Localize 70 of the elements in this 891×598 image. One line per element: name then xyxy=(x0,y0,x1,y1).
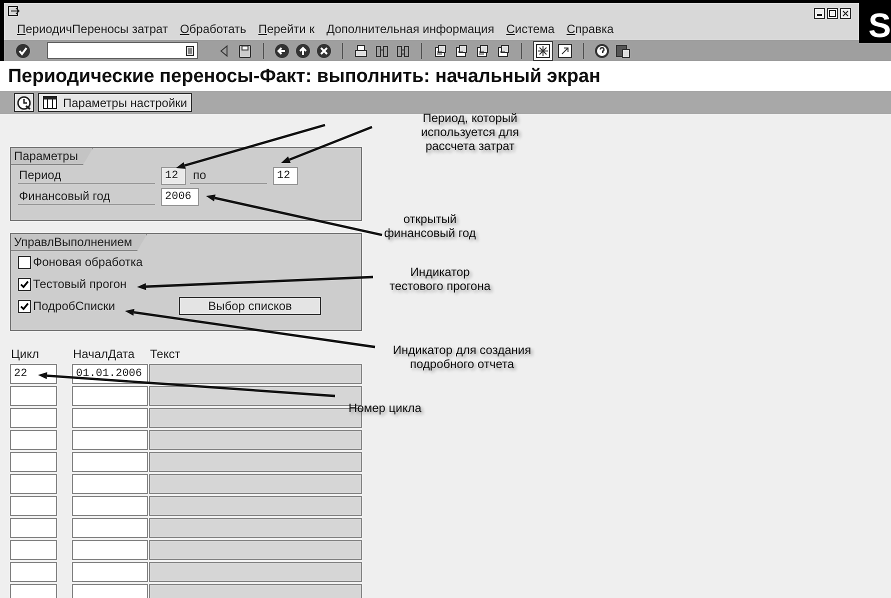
table-cell[interactable] xyxy=(72,408,148,428)
table-cell[interactable] xyxy=(72,452,148,472)
input-field[interactable]: 12 xyxy=(161,166,186,184)
back-icon[interactable] xyxy=(274,42,290,58)
execute-button[interactable] xyxy=(14,93,34,112)
checkmark-icon xyxy=(20,302,29,310)
callout-text: Период, который используется для рассчета затрат xyxy=(420,111,520,153)
table-cell[interactable] xyxy=(10,386,57,406)
table-cell[interactable] xyxy=(10,452,57,472)
menu-item[interactable]: ПериодичПереносы затрат xyxy=(17,22,168,36)
column-header: НачалДата xyxy=(73,346,136,362)
menu-icon[interactable] xyxy=(8,6,20,17)
callout-text: Номер цикла xyxy=(348,401,422,415)
menu-item[interactable]: Дополнительная информация xyxy=(326,22,494,36)
checkbox[interactable]: Фоновая обработка xyxy=(18,255,173,269)
table-cell[interactable] xyxy=(10,518,57,538)
save-icon[interactable] xyxy=(237,42,253,58)
table-cell[interactable] xyxy=(72,540,148,560)
cancel-icon[interactable] xyxy=(316,42,332,58)
field-label: по xyxy=(190,167,267,184)
minimize-icon[interactable] xyxy=(814,8,825,19)
table-cell[interactable] xyxy=(10,430,57,450)
checkbox[interactable]: Тестовый прогон xyxy=(18,277,173,291)
table-cell[interactable] xyxy=(10,474,57,494)
table-cell[interactable] xyxy=(72,430,148,450)
table-cell[interactable] xyxy=(10,540,57,560)
callout-text: Индикатор для создания подробного отчета xyxy=(392,343,532,371)
callout-text: открытый финансовый год xyxy=(383,212,477,240)
table-cell[interactable] xyxy=(72,562,148,582)
enter-icon[interactable] xyxy=(15,42,31,58)
screen-title: Периодические переносы-Факт: выполнить: начальный экран xyxy=(0,61,891,91)
maximize-icon[interactable] xyxy=(827,8,838,19)
logo: S xyxy=(859,0,891,43)
input-field[interactable]: 2006 xyxy=(161,188,199,206)
settings-button[interactable]: Параметры настройки xyxy=(38,93,192,112)
table-icon xyxy=(43,96,57,109)
print-icon[interactable] xyxy=(353,42,369,58)
clock-icon xyxy=(17,96,31,110)
table-cell[interactable] xyxy=(72,518,148,538)
table-cell[interactable] xyxy=(72,386,148,406)
table-cell[interactable] xyxy=(72,474,148,494)
table-cell[interactable] xyxy=(72,584,148,598)
help-icon[interactable] xyxy=(594,42,610,58)
field-label: Период xyxy=(18,167,155,184)
dropdown-icon[interactable] xyxy=(186,46,194,56)
exit-icon[interactable] xyxy=(295,42,311,58)
table-cell[interactable] xyxy=(10,584,57,598)
group-title: Параметры xyxy=(11,148,93,165)
checkmark-icon xyxy=(20,280,29,288)
table-cell[interactable] xyxy=(72,496,148,516)
menu-item[interactable]: Обработать xyxy=(180,22,246,36)
shortcut-icon[interactable] xyxy=(557,42,573,58)
menu-item[interactable]: Справка xyxy=(566,22,614,36)
table-cell[interactable]: 22 xyxy=(10,364,57,384)
layout-icon[interactable] xyxy=(615,42,631,58)
input-field[interactable]: 12 xyxy=(273,166,298,184)
menu-item[interactable]: Система xyxy=(506,22,555,36)
close-icon[interactable] xyxy=(840,8,851,19)
checkbox[interactable]: ПодробСписки xyxy=(18,299,173,313)
field-label: Финансовый год xyxy=(18,188,155,205)
group-title: УправлВыполнением xyxy=(11,234,148,251)
table-cell[interactable] xyxy=(10,408,57,428)
table-cell[interactable] xyxy=(10,496,57,516)
column-header: Текст xyxy=(150,346,180,362)
table-cell[interactable] xyxy=(10,562,57,582)
menu-item[interactable]: Перейти к xyxy=(258,22,314,36)
callout-text: Индикатор тестового прогона xyxy=(388,265,492,293)
command-field[interactable] xyxy=(47,42,198,59)
column-header: Цикл xyxy=(11,346,40,362)
select-lists-button[interactable]: Выбор списков xyxy=(179,297,321,315)
